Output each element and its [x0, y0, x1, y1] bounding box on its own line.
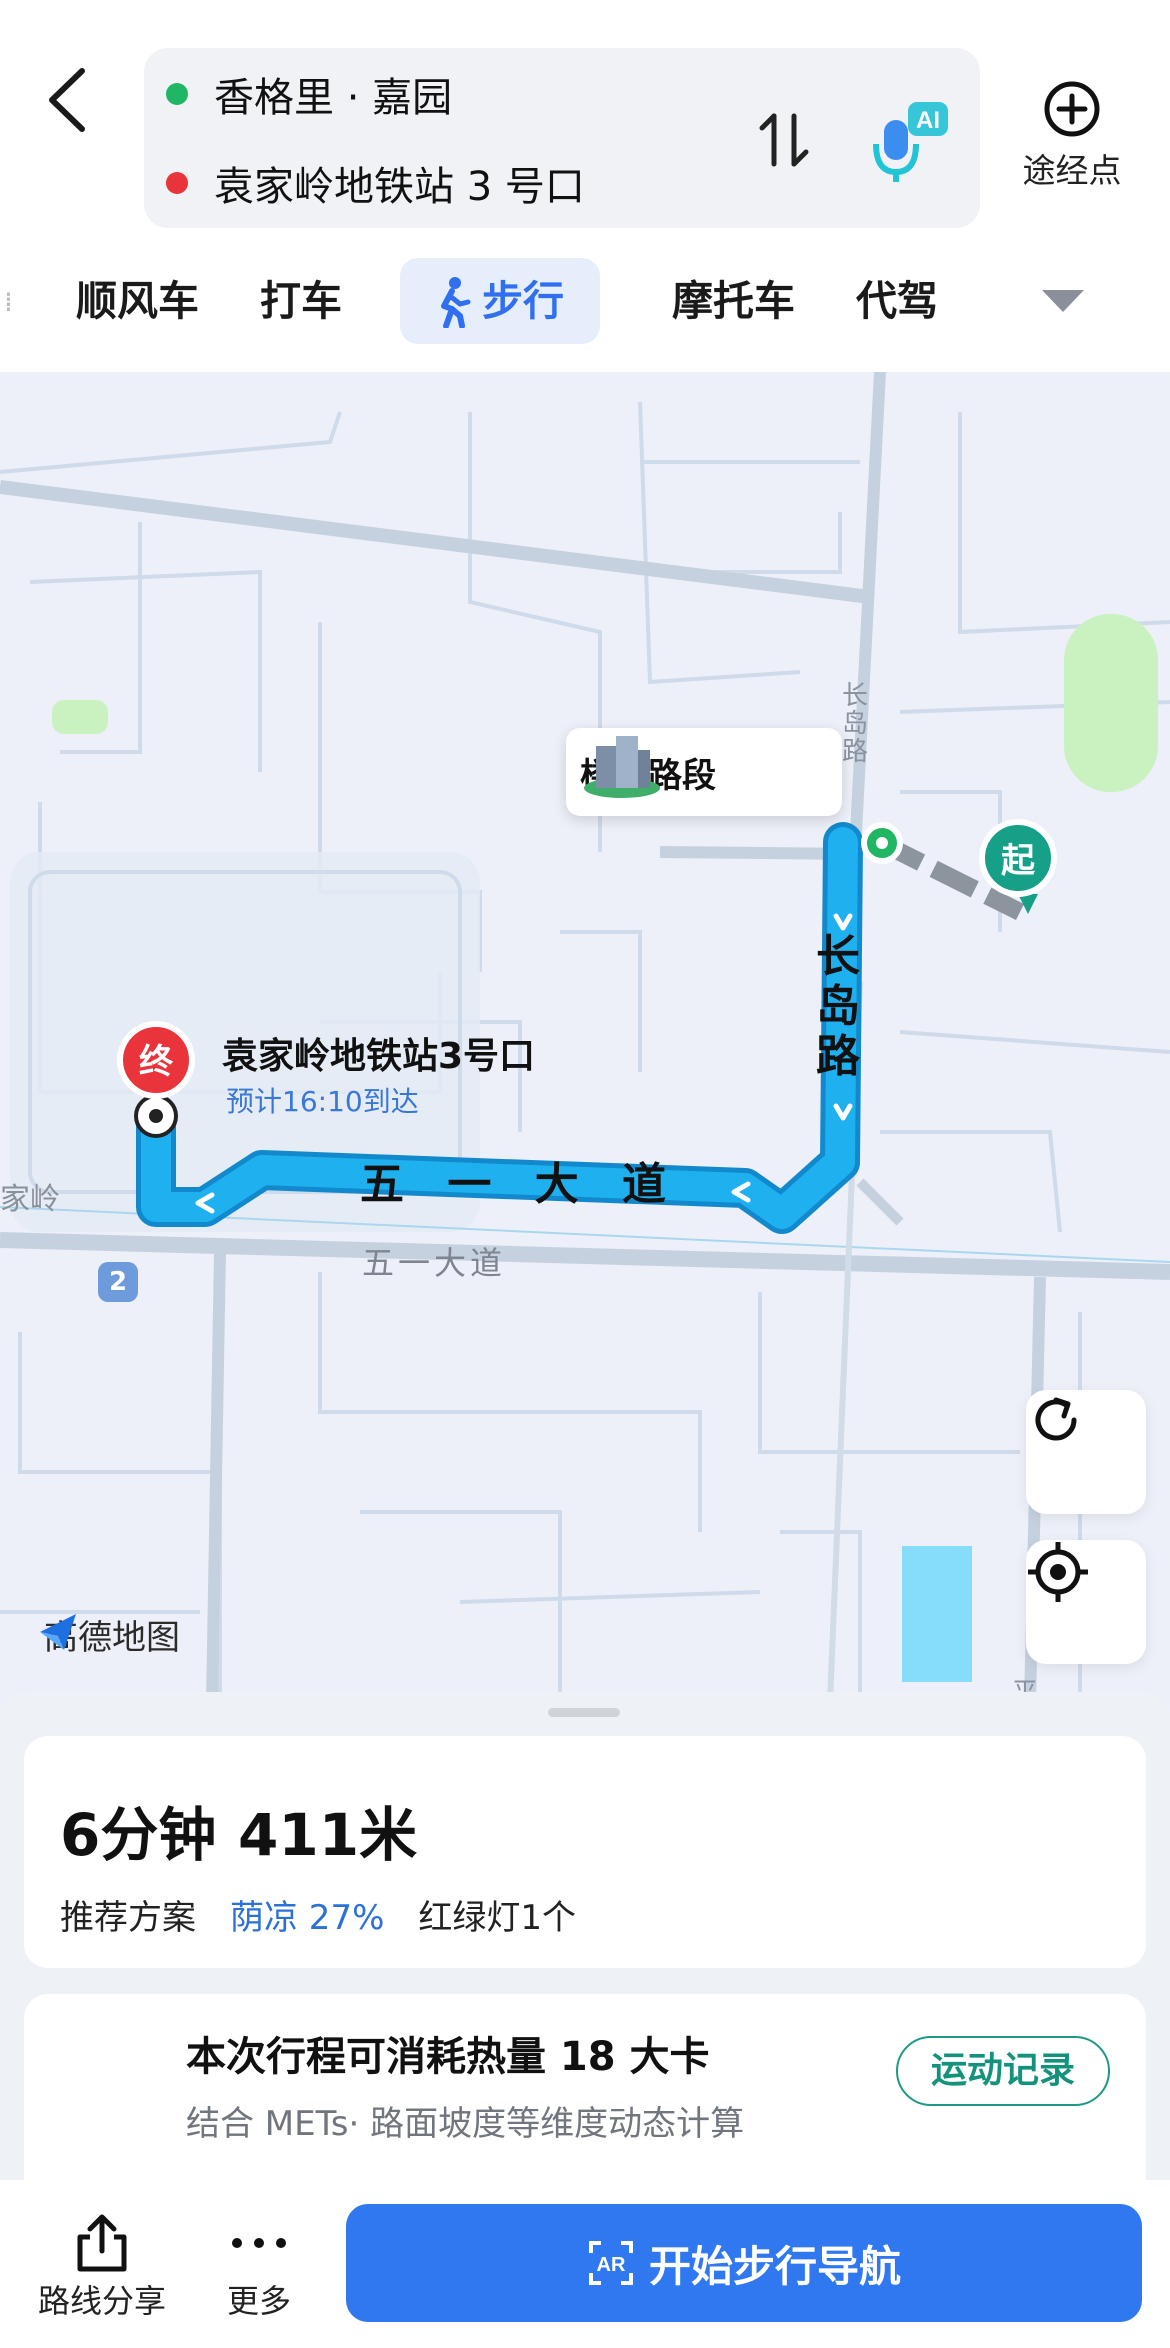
building-icon — [584, 736, 660, 798]
road-label-changdao: 长岛路 — [842, 681, 869, 767]
brand-logo: 高德地图 — [36, 1610, 180, 1659]
more-modes-button[interactable] — [1040, 286, 1086, 320]
swap-arrows-icon — [759, 113, 809, 167]
ai-badge: AI — [916, 107, 940, 134]
route-distance: 411米 — [238, 1801, 418, 1869]
tab-taxi[interactable]: 打车 — [260, 258, 342, 344]
sheet-drag-handle[interactable] — [548, 1708, 620, 1717]
share-label: 路线分享 — [37, 2282, 166, 2320]
tab-walk-label: 步行 — [482, 277, 564, 325]
route-road-label-wuyi: 五 一 大 道 — [360, 1159, 680, 1210]
map-canvas: 起 终 — [0, 372, 1170, 1702]
destination-dot — [166, 172, 188, 194]
destination-text: 袁家岭地铁站 3 号口 — [214, 164, 585, 210]
destination-label[interactable]: 袁家岭地铁站3号口 — [222, 1027, 535, 1079]
route-summary-card[interactable]: 6分钟 411米 推荐方案 荫凉 27% 红绿灯1个 — [24, 1736, 1146, 1968]
more-button[interactable]: 更多 — [214, 2210, 304, 2322]
recommend-tag: 推荐方案 — [60, 1898, 196, 1938]
calorie-subtitle: 结合 METs· 路面坡度等维度动态计算 — [186, 2104, 745, 2144]
metro-line-badge: 2 — [98, 1262, 138, 1302]
route-header: 香格里 · 嘉园 袁家岭地铁站 3 号口 AI 途经点 ⁞ 顺风车 打车 步行 … — [0, 0, 1170, 372]
start-marker-text: 起 — [1001, 841, 1036, 881]
route-meta: 推荐方案 荫凉 27% 红绿灯1个 — [60, 1890, 576, 1939]
calorie-title: 本次行程可消耗热量 18 大卡 — [186, 2034, 710, 2080]
sport-record-button[interactable]: 运动记录 — [896, 2036, 1110, 2106]
more-dots-icon — [232, 2238, 286, 2248]
scroll-edge-indicator: ⁞ — [4, 285, 13, 318]
ai-voice-button[interactable]: AI — [864, 96, 954, 186]
travel-mode-tabs: ⁞ 顺风车 打车 步行 摩托车 代驾 — [0, 258, 1170, 344]
route-duration: 6分钟 — [60, 1801, 217, 1869]
tab-walk[interactable]: 步行 — [400, 258, 600, 344]
shade-ratio: 荫凉 27% — [230, 1898, 385, 1938]
svg-text:AR: AR — [597, 2254, 626, 2276]
crosshair-locate-icon — [1028, 1542, 1088, 1602]
start-walk-navigation-button[interactable]: AR 开始步行导航 — [346, 2204, 1142, 2322]
more-label: 更多 — [226, 2282, 291, 2320]
tab-motorcycle[interactable]: 摩托车 — [672, 258, 795, 344]
back-button[interactable] — [36, 60, 96, 140]
tab-carpool[interactable]: 顺风车 — [76, 258, 199, 344]
origin-dot — [166, 83, 188, 105]
chevron-left-icon — [49, 68, 85, 132]
amap-logo-icon — [40, 1614, 76, 1650]
locate-button[interactable] — [1026, 1540, 1146, 1664]
route-input-box: 香格里 · 嘉园 袁家岭地铁站 3 号口 AI — [144, 48, 980, 228]
eta-label: 预计16:10到达 — [226, 1085, 419, 1118]
share-icon — [77, 2214, 127, 2272]
start-nav-label: 开始步行导航 — [648, 2241, 901, 2291]
road-label-partial-left: 家岭 — [0, 1182, 60, 1217]
ar-icon: AR — [588, 2241, 633, 2285]
walking-person-icon — [441, 277, 471, 328]
waypoint-label: 途经点 — [1022, 151, 1122, 190]
traffic-lights-count: 红绿灯1个 — [418, 1898, 577, 1938]
shade-segment-callout[interactable]: 楼阴路段 — [566, 728, 842, 816]
share-route-button[interactable]: 路线分享 — [34, 2210, 170, 2322]
origin-text: 香格里 · 嘉园 — [214, 75, 453, 121]
plus-circle-icon — [1044, 81, 1100, 137]
ai-microphone-icon: AI — [873, 102, 948, 182]
end-marker-text: 终 — [139, 1042, 174, 1082]
refresh-button[interactable] — [1026, 1390, 1146, 1514]
triangle-down-icon — [1042, 290, 1084, 312]
destination-field[interactable]: 袁家岭地铁站 3 号口 — [166, 153, 585, 213]
add-waypoint-button[interactable]: 途经点 — [1012, 80, 1132, 190]
map-view[interactable]: 起 终 袁家岭地铁站3号口 预计16:10到达 五 一 大 道 五一大道 长岛路… — [0, 372, 1170, 1708]
origin-field[interactable]: 香格里 · 嘉园 — [166, 64, 452, 124]
route-road-label-changdao: 长岛路 — [816, 931, 860, 1082]
swap-button[interactable] — [756, 108, 812, 172]
bottom-action-bar: 路线分享 更多 AR 开始步行导航 — [0, 2180, 1170, 2348]
tab-designated-driver[interactable]: 代驾 — [856, 258, 938, 344]
road-label-wuyi: 五一大道 — [362, 1244, 507, 1282]
refresh-icon — [1035, 1397, 1077, 1441]
